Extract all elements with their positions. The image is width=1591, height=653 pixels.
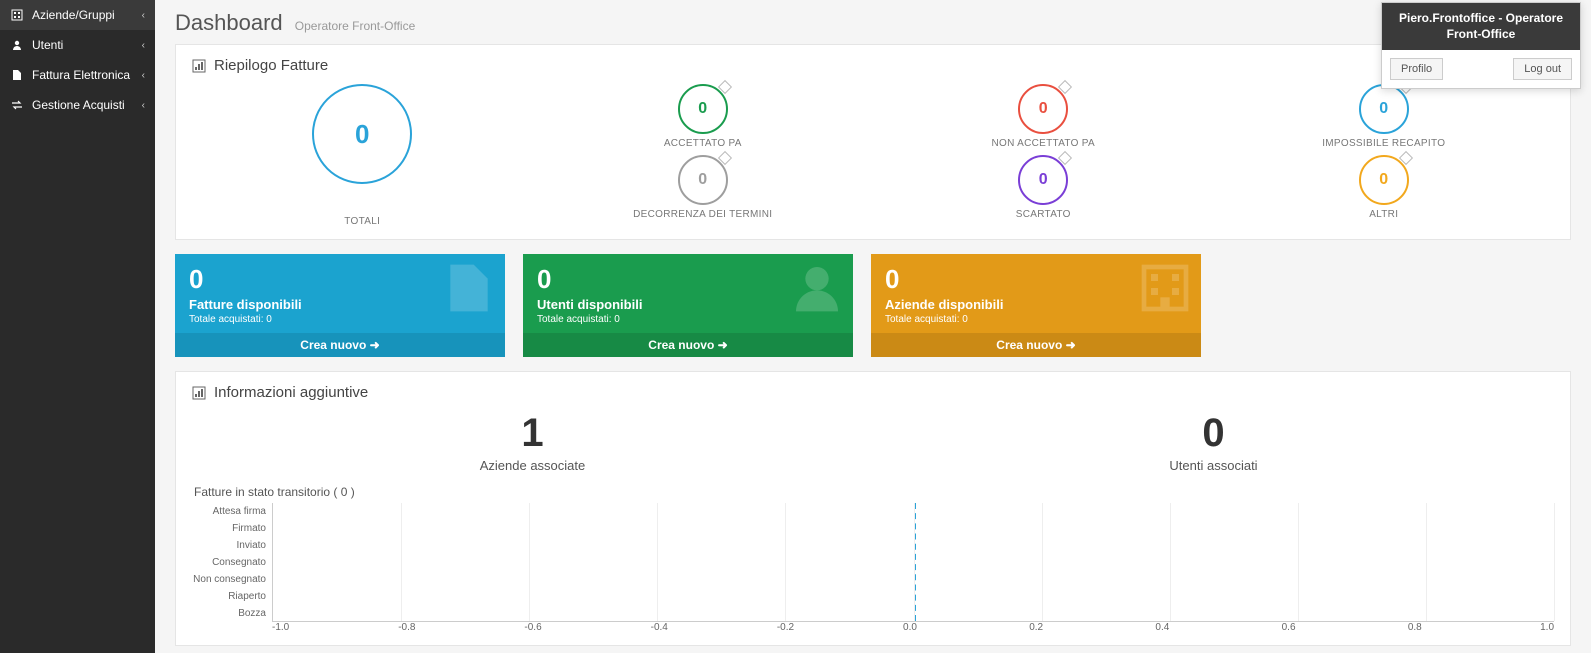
x-axis-label: 0.4 bbox=[1155, 622, 1281, 633]
x-axis-label: 0.8 bbox=[1408, 622, 1534, 633]
sidebar-item-label: Fattura Elettronica bbox=[32, 68, 130, 82]
x-axis-label: 0.0 bbox=[903, 622, 1029, 633]
x-axis-label: 0.2 bbox=[1029, 622, 1155, 633]
diamond-icon bbox=[718, 80, 732, 94]
chart-title: Fatture in stato transitorio ( 0 ) bbox=[194, 485, 1554, 499]
y-axis-label: Non consegnato bbox=[192, 571, 272, 588]
diamond-icon bbox=[718, 151, 732, 165]
page-title: Dashboard Operatore Front-Office bbox=[175, 10, 1571, 36]
stat-utenti: 0 Utenti associati bbox=[873, 411, 1554, 473]
profile-button[interactable]: Profilo bbox=[1390, 58, 1443, 80]
diamond-icon bbox=[1058, 151, 1072, 165]
stat-aziende: 1 Aziende associate bbox=[192, 411, 873, 473]
x-axis-label: -0.8 bbox=[398, 622, 524, 633]
cards-row: 0 Fatture disponibili Totale acquistati:… bbox=[175, 254, 1571, 357]
diamond-icon bbox=[1058, 80, 1072, 94]
status-circle-accettato[interactable]: 0 ACCETTATO PA bbox=[664, 84, 742, 149]
user-menu-dropdown: Piero.Frontoffice - Operatore Front-Offi… bbox=[1381, 2, 1581, 89]
user-icon bbox=[10, 39, 24, 51]
sidebar-item-fattura[interactable]: Fattura Elettronica ‹ bbox=[0, 60, 155, 90]
logout-button[interactable]: Log out bbox=[1513, 58, 1572, 80]
chart-icon bbox=[192, 386, 206, 400]
transfer-icon bbox=[10, 99, 24, 111]
sidebar-item-label: Gestione Acquisti bbox=[32, 98, 125, 112]
arrow-right-icon: ➜ bbox=[370, 338, 380, 352]
x-axis-label: -0.2 bbox=[777, 622, 903, 633]
y-axis-label: Bozza bbox=[192, 605, 272, 622]
diamond-icon bbox=[1399, 151, 1413, 165]
status-circle-nonaccettato[interactable]: 0 NON ACCETTATO PA bbox=[991, 84, 1095, 149]
chevron-left-icon: ‹ bbox=[142, 10, 145, 21]
arrow-right-icon: ➜ bbox=[718, 338, 728, 352]
panel-title: Riepilogo Fatture bbox=[214, 57, 328, 74]
create-new-button[interactable]: Crea nuovo ➜ bbox=[871, 333, 1201, 357]
y-axis-label: Firmato bbox=[192, 520, 272, 537]
sidebar-item-utenti[interactable]: Utenti ‹ bbox=[0, 30, 155, 60]
chevron-left-icon: ‹ bbox=[142, 70, 145, 81]
sidebar-item-acquisti[interactable]: Gestione Acquisti ‹ bbox=[0, 90, 155, 120]
x-axis-label: 0.6 bbox=[1282, 622, 1408, 633]
y-axis-label: Inviato bbox=[192, 537, 272, 554]
info-panel: Informazioni aggiuntive 1 Aziende associ… bbox=[175, 371, 1571, 646]
status-circle-scartato[interactable]: 0 SCARTATO bbox=[1016, 155, 1071, 220]
sidebar-item-label: Utenti bbox=[32, 38, 63, 52]
sidebar-item-label: Aziende/Gruppi bbox=[32, 8, 115, 22]
panel-header: Informazioni aggiuntive bbox=[192, 384, 1554, 401]
chevron-left-icon: ‹ bbox=[142, 100, 145, 111]
x-axis-label: 1.0 bbox=[1534, 622, 1554, 633]
status-circle-impossibile[interactable]: 0 IMPOSSIBILE RECAPITO bbox=[1322, 84, 1445, 149]
create-new-button[interactable]: Crea nuovo ➜ bbox=[523, 333, 853, 357]
building-icon bbox=[10, 9, 24, 21]
x-axis-label: -1.0 bbox=[272, 622, 398, 633]
user-icon bbox=[789, 260, 845, 316]
page-subtitle: Operatore Front-Office bbox=[295, 19, 416, 33]
arrow-right-icon: ➜ bbox=[1066, 338, 1076, 352]
y-axis-label: Consegnato bbox=[192, 554, 272, 571]
user-name: Piero.Frontoffice - Operatore Front-Offi… bbox=[1382, 3, 1580, 50]
sidebar-item-aziende[interactable]: Aziende/Gruppi ‹ bbox=[0, 0, 155, 30]
chevron-left-icon: ‹ bbox=[142, 40, 145, 51]
card-aziende: 0 Aziende disponibili Totale acquistati:… bbox=[871, 254, 1201, 357]
card-utenti: 0 Utenti disponibili Totale acquistati: … bbox=[523, 254, 853, 357]
main-content: Dashboard Operatore Front-Office Riepilo… bbox=[155, 0, 1591, 653]
panel-header: Riepilogo Fatture bbox=[192, 57, 1554, 74]
summary-panel: Riepilogo Fatture 0 TOTALI 0 ACCETTATO P… bbox=[175, 44, 1571, 240]
sidebar: Aziende/Gruppi ‹ Utenti ‹ Fattura Elettr… bbox=[0, 0, 155, 653]
chart-area: Attesa firmaFirmatoInviatoConsegnatoNon … bbox=[192, 503, 1554, 622]
card-fatture: 0 Fatture disponibili Totale acquistati:… bbox=[175, 254, 505, 357]
y-axis-label: Attesa firma bbox=[192, 503, 272, 520]
x-axis-label: -0.4 bbox=[651, 622, 777, 633]
building-icon bbox=[1137, 260, 1193, 316]
file-icon bbox=[10, 69, 24, 81]
file-icon bbox=[441, 260, 497, 316]
panel-title: Informazioni aggiuntive bbox=[214, 384, 368, 401]
y-axis-label: Riaperto bbox=[192, 588, 272, 605]
x-axis-label: -0.6 bbox=[524, 622, 650, 633]
total-circle[interactable]: 0 TOTALI bbox=[192, 84, 533, 227]
status-circle-altri[interactable]: 0 ALTRI bbox=[1359, 155, 1409, 220]
create-new-button[interactable]: Crea nuovo ➜ bbox=[175, 333, 505, 357]
status-circle-decorrenza[interactable]: 0 DECORRENZA DEI TERMINI bbox=[633, 155, 772, 220]
chart-icon bbox=[192, 59, 206, 73]
